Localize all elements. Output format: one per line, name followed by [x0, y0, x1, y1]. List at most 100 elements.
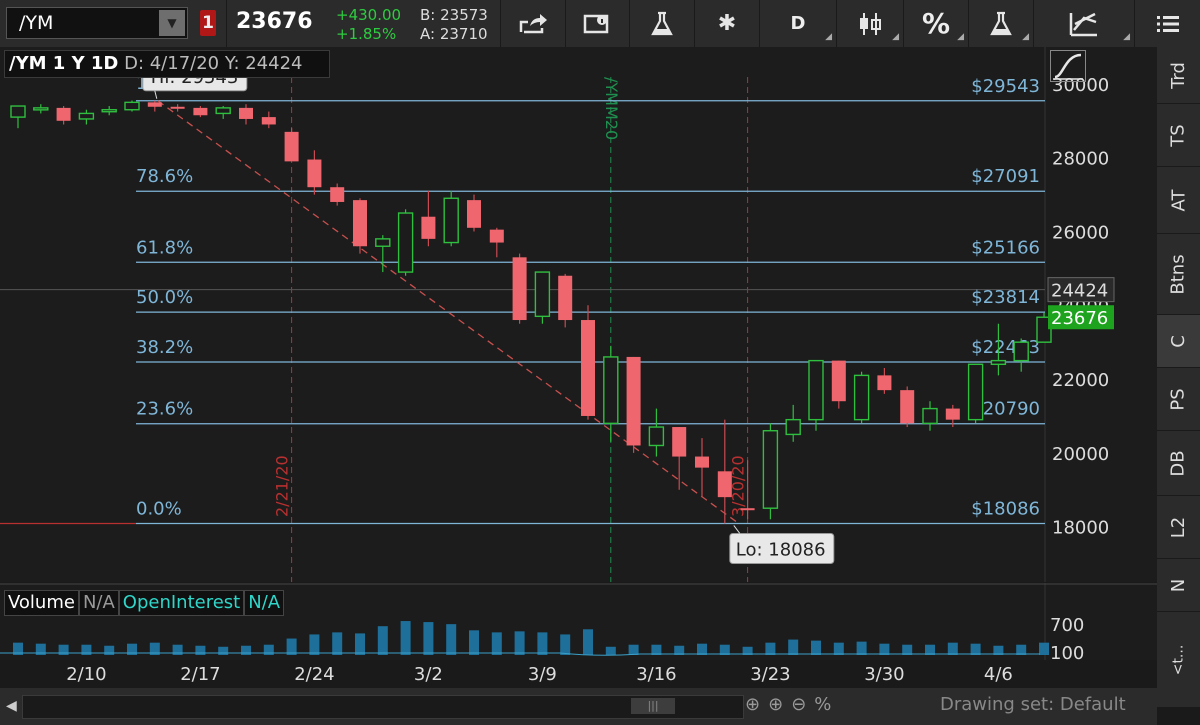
tab-btns[interactable]: Btns — [1157, 234, 1200, 315]
candle-body — [397, 212, 414, 273]
chart-symbol-aggregation: /YM 1 Y 1D — [9, 53, 119, 74]
style-toggle-button[interactable] — [1050, 50, 1086, 82]
share-button[interactable] — [500, 0, 566, 47]
volume-bar — [719, 644, 730, 655]
candle-body — [78, 112, 95, 120]
candle-body — [284, 131, 299, 162]
time-tick-label: 3/9 — [528, 664, 557, 685]
chart-cursor-info: D: 4/17/20 Y: 24424 — [118, 53, 303, 74]
drawing-button[interactable]: ◢ — [1034, 0, 1135, 47]
volume-bar — [195, 645, 206, 655]
hi-label-pointer — [154, 90, 158, 99]
volume-bar — [218, 646, 229, 655]
candle-body — [785, 418, 801, 436]
net-change: +430.00 — [336, 6, 402, 24]
candle-body — [762, 430, 779, 509]
price-chart[interactable]: 300002800026000240002200020000180002/21/… — [0, 47, 1157, 582]
candle-body — [261, 117, 276, 125]
fib-price-label: $22463 — [971, 337, 1040, 358]
price-chart-area[interactable]: 300002800026000240002200020000180002/21/… — [0, 47, 1157, 582]
volume-bar — [925, 644, 935, 655]
time-tick-label: 2/24 — [294, 664, 334, 685]
candle-body — [443, 197, 459, 244]
symbol-text: /YM — [19, 12, 54, 34]
candle-body — [990, 359, 1007, 366]
volume-bar — [355, 633, 365, 655]
volume-label: Volume — [4, 590, 79, 616]
candle-body — [124, 101, 140, 111]
candle-body — [489, 229, 504, 243]
volume-bar — [902, 644, 913, 655]
volume-bar — [241, 645, 251, 655]
tab-db[interactable]: DB — [1157, 431, 1200, 496]
studies-button[interactable] — [630, 0, 695, 47]
corner-arrow-icon: ◢ — [825, 32, 832, 42]
candle-body — [945, 408, 960, 420]
chevron-down-icon[interactable]: ▼ — [159, 10, 185, 36]
period-button[interactable]: D ◢ — [760, 0, 837, 47]
tab-trd[interactable]: Trd — [1157, 47, 1200, 104]
alert-badge[interactable]: 1 — [200, 10, 216, 36]
share-icon — [519, 13, 547, 33]
time-axis: 2/10 2/17 2/24 3/2 3/9 3/16 3/23 3/30 4/6 — [66, 664, 1013, 685]
curve-line-icon — [1053, 53, 1083, 80]
fib-percent-label: 23.6% — [136, 399, 193, 420]
reference-price-text: 24424 — [1051, 281, 1108, 302]
chart-scrollbar[interactable]: ||| — [22, 695, 744, 719]
volume-bar — [856, 641, 867, 655]
info-button[interactable] — [565, 0, 630, 47]
candle-body — [421, 216, 436, 239]
volume-tick-label: 100 — [1050, 643, 1084, 660]
corner-arrow-icon: ◢ — [1123, 32, 1130, 42]
scroll-left-icon[interactable]: ◀ — [6, 698, 17, 714]
last-price: 23676 — [236, 9, 313, 34]
drawing-set-label[interactable]: Drawing set: Default — [940, 694, 1126, 715]
candle-body — [558, 275, 573, 321]
zoom-percent-icon[interactable]: % — [814, 694, 839, 715]
volume-bar — [309, 634, 320, 655]
menu-button[interactable] — [1135, 0, 1200, 47]
collapse-panel-button[interactable]: <t... — [1157, 612, 1200, 707]
candle-body — [10, 105, 26, 118]
volume-value: N/A — [78, 590, 119, 616]
settings-button[interactable]: ✱ — [695, 0, 760, 47]
chart-style-button[interactable]: ◢ — [837, 0, 904, 47]
open-interest-label: OpenInterest — [118, 590, 245, 616]
scrollbar-thumb[interactable]: ||| — [631, 698, 675, 714]
price-tick-label: 28000 — [1052, 149, 1109, 170]
candle-body — [831, 360, 846, 402]
drawing-tools-icon — [1069, 12, 1097, 36]
volume-bar — [446, 624, 457, 655]
zoom-controls: ⊕⊕⊖% — [745, 694, 839, 715]
fib-percent-label: 78.6% — [136, 166, 193, 187]
info-sheet-icon — [583, 14, 609, 33]
tab-l2[interactable]: L2 — [1157, 496, 1200, 559]
study-flask-button[interactable]: ◢ — [969, 0, 1034, 47]
candle-body — [808, 359, 824, 421]
candle-body — [695, 456, 709, 468]
candle-body — [239, 107, 253, 119]
fib-percent-label: 61.8% — [136, 237, 193, 258]
tab-c[interactable]: C — [1157, 315, 1200, 368]
tab-at-label: AT — [1167, 189, 1189, 211]
crosshair-icon[interactable]: ⊕ — [745, 694, 768, 715]
volume-tick-label: 700 — [1050, 615, 1084, 636]
percent-button[interactable]: % ◢ — [904, 0, 969, 47]
zoom-in-icon[interactable]: ⊕ — [768, 694, 791, 715]
symbol-selector[interactable]: /YM ▼ — [6, 7, 188, 39]
zoom-out-icon[interactable]: ⊖ — [791, 694, 814, 715]
tab-at[interactable]: AT — [1157, 167, 1200, 234]
tab-ts[interactable]: TS — [1157, 104, 1200, 167]
candlestick-icon — [860, 12, 881, 35]
corner-arrow-icon: ◢ — [957, 32, 964, 42]
candle-body — [717, 471, 732, 498]
tab-n[interactable]: N — [1157, 559, 1200, 612]
volume-bar — [651, 644, 662, 655]
candle-body — [603, 356, 619, 425]
bid-price: B: 23573 — [420, 6, 488, 24]
time-tick-label: 3/2 — [414, 664, 443, 685]
candle-body — [853, 374, 870, 421]
candle-body — [967, 363, 984, 421]
tab-ps[interactable]: PS — [1157, 368, 1200, 431]
time-tick-label: 3/16 — [636, 664, 676, 685]
